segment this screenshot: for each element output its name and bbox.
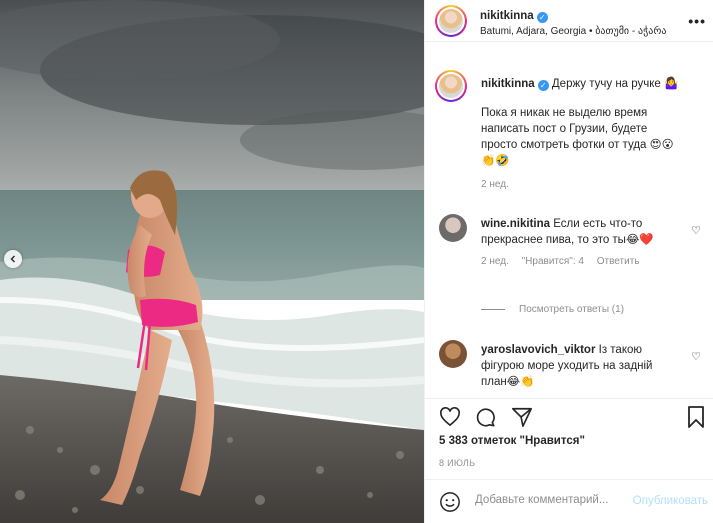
emoji-smiley-icon[interactable] — [439, 491, 461, 513]
post-actions: 5 383 отметок "Нравится" 8 ИЮЛЬ Опублико… — [425, 398, 713, 523]
caption-timestamp[interactable]: 2 нед. — [481, 179, 706, 190]
comment-timestamp[interactable]: 2 нед. — [481, 256, 509, 267]
add-comment-input[interactable] — [475, 494, 625, 506]
comment-body: wine.nikitina Если есть что-то прекрасне… — [481, 216, 677, 270]
commenter-avatar[interactable] — [439, 214, 467, 242]
share-paper-plane-icon[interactable] — [511, 406, 533, 428]
reply-button[interactable]: Ответить — [597, 256, 640, 267]
replies-divider — [481, 308, 505, 310]
author-avatar[interactable] — [435, 5, 467, 37]
view-replies-label: Посмотреть ответы (1) — [519, 304, 625, 315]
commenter-username[interactable]: yaroslavovich_viktor — [481, 344, 595, 356]
publish-comment-button[interactable]: Опубликовать — [633, 495, 708, 507]
post-location[interactable]: Batumi, Adjara, Georgia • ბათუმი - აჭარა — [480, 26, 666, 37]
comment-body: yaroslavovich_viktor Із такою фігурою мо… — [481, 342, 677, 390]
post-photo[interactable] — [0, 0, 424, 523]
commenter-username[interactable]: wine.nikitina — [481, 218, 550, 230]
comment-like-heart-icon[interactable]: ♡ — [691, 224, 701, 237]
comment-item: wine.nikitina Если есть что-то прекрасне… — [439, 214, 701, 324]
likes-count[interactable]: 5 383 отметок "Нравится" — [439, 435, 585, 447]
view-replies-button[interactable]: Посмотреть ответы (1) — [481, 304, 624, 315]
comment-bubble-icon[interactable] — [474, 406, 496, 428]
comment-item: yaroslavovich_viktor Із такою фігурою мо… — [439, 340, 701, 390]
post-date[interactable]: 8 ИЮЛЬ — [439, 458, 475, 468]
caption: nikitkinna ✓ Держу тучу на ручке 🤷‍♀️ Пок… — [481, 76, 706, 190]
caption-title: Держу тучу на ручке 🤷‍♀️ — [551, 78, 679, 90]
post-side-panel: nikitkinna ✓ Batumi, Adjara, Georgia • ბა… — [424, 0, 713, 523]
comment-like-heart-icon[interactable]: ♡ — [691, 350, 701, 363]
save-bookmark-icon[interactable] — [687, 406, 705, 428]
author-info: nikitkinna ✓ Batumi, Adjara, Georgia • ბა… — [480, 8, 666, 37]
commenter-avatar[interactable] — [439, 340, 467, 368]
more-options-icon[interactable]: ••• — [688, 13, 706, 29]
post-modal: nikitkinna ✓ Batumi, Adjara, Georgia • ბა… — [0, 0, 713, 523]
caption-body: Пока я никак не выделю время написать по… — [481, 107, 674, 167]
previous-photo-button[interactable] — [4, 250, 22, 268]
beach-photo-image — [0, 0, 424, 523]
chevron-left-icon — [10, 255, 15, 263]
post-header: nikitkinna ✓ Batumi, Adjara, Georgia • ბა… — [425, 0, 713, 42]
caption-username[interactable]: nikitkinna — [481, 78, 535, 90]
caption-author-avatar[interactable] — [435, 70, 467, 102]
verified-badge-icon: ✓ — [536, 12, 548, 23]
verified-badge-icon: ✓ — [537, 80, 549, 91]
comment-meta: 2 нед. "Нравится": 4 Ответить — [481, 254, 677, 270]
like-heart-icon[interactable] — [439, 407, 461, 427]
add-comment-bar: Опубликовать — [425, 479, 713, 523]
author-username[interactable]: nikitkinna — [480, 10, 534, 22]
comment-likes-count[interactable]: "Нравится": 4 — [522, 256, 584, 267]
